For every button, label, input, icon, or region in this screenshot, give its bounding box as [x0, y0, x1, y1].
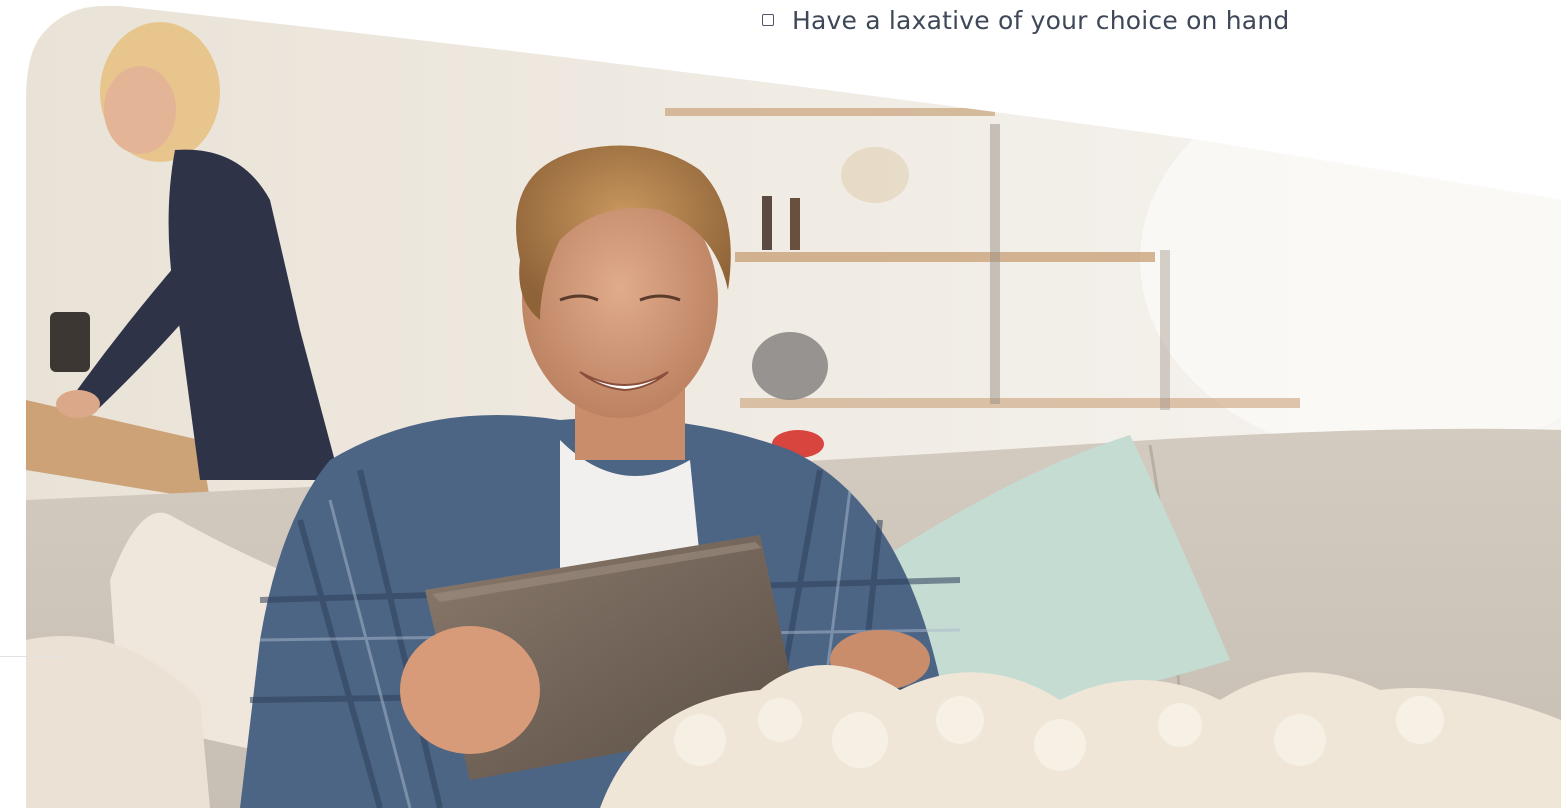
checklist-item-laxative[interactable]: Have a laxative of your choice on hand	[762, 4, 1289, 36]
page: Have a laxative of your choice on hand	[0, 0, 1561, 808]
checklist-item-label: Have a laxative of your choice on hand	[792, 5, 1290, 35]
section-divider	[0, 656, 60, 657]
hero-photo	[0, 0, 1561, 808]
checkbox-icon[interactable]	[762, 14, 774, 26]
